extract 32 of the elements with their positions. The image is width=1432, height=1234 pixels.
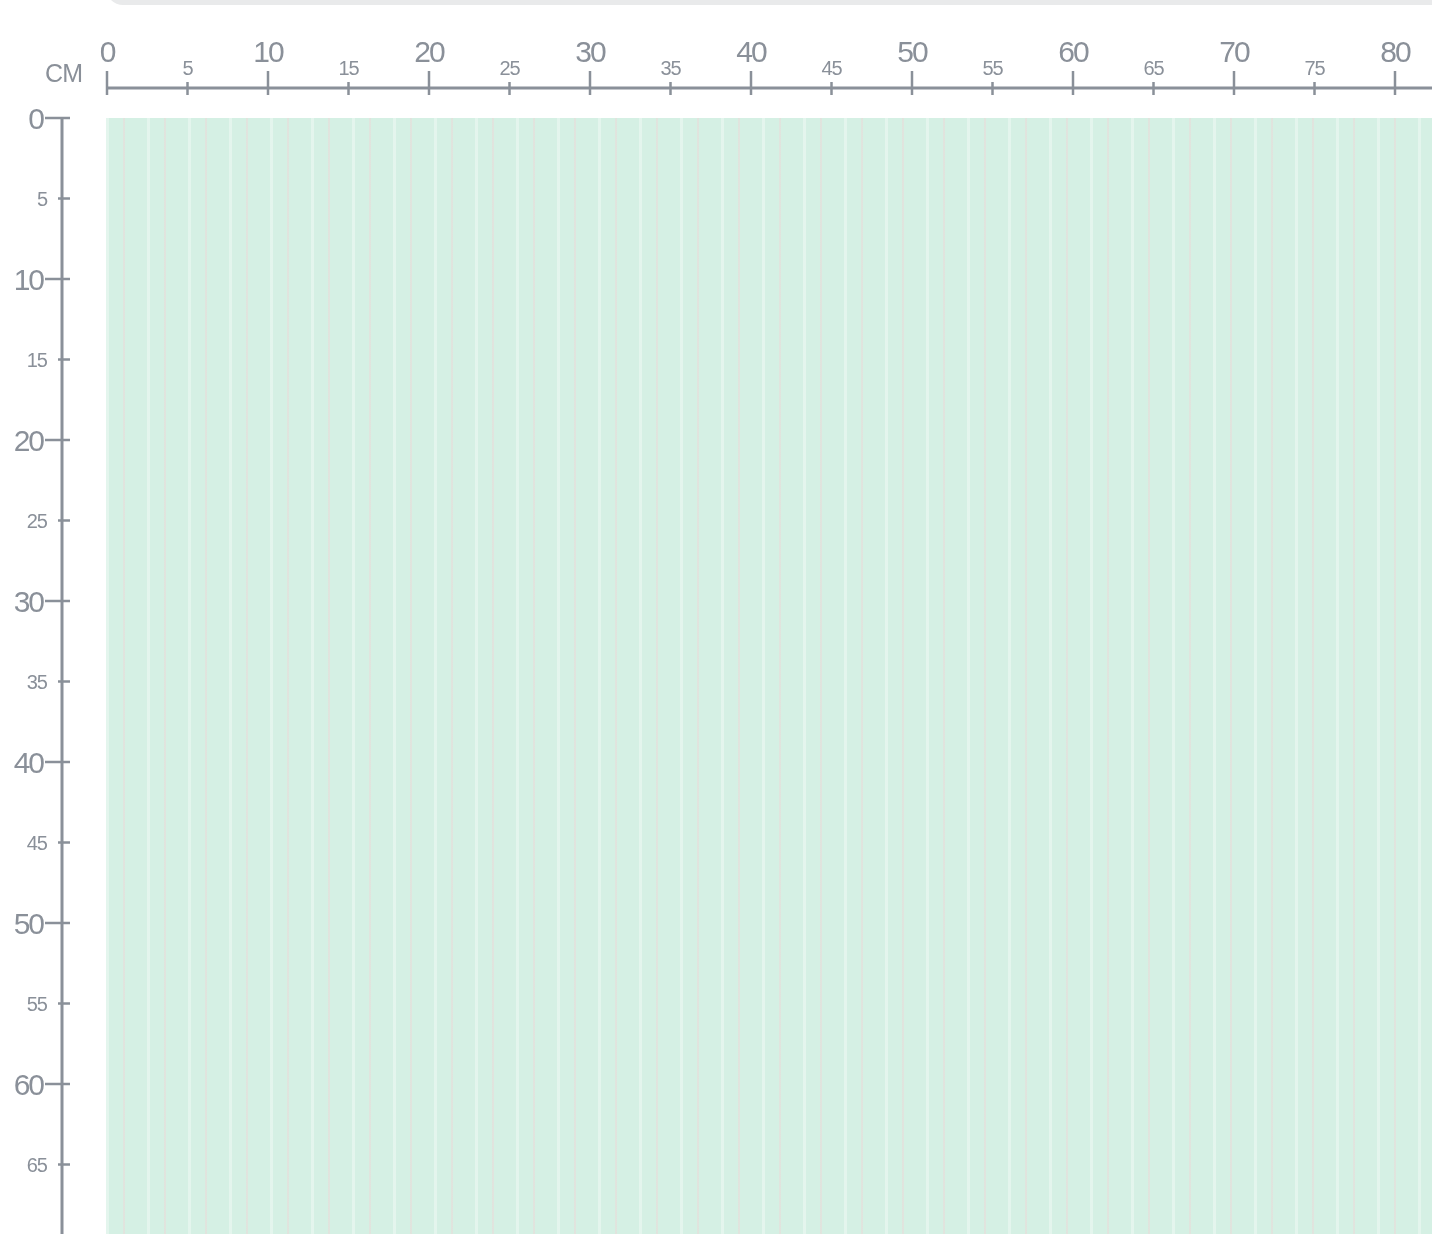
ruler-label: 10	[253, 35, 283, 68]
ruler-label: 50	[13, 907, 43, 940]
ruler-label: 25	[499, 57, 520, 79]
ruler-label: 20	[13, 424, 43, 457]
ruler-label: 80	[1380, 35, 1410, 68]
ruler-label: 25	[26, 509, 47, 532]
ruler-label: 65	[26, 1153, 47, 1176]
ruler-label: 40	[13, 746, 43, 779]
ruler-label: 60	[13, 1068, 43, 1101]
ruler-label: 35	[660, 57, 681, 79]
ruler-label: 45	[821, 57, 842, 79]
ruler-label: 0	[99, 35, 115, 68]
ruler-label: 50	[897, 35, 927, 68]
ruler-label: 10	[13, 263, 43, 296]
ruler-label: 65	[1143, 57, 1164, 79]
ruler-label: 60	[1058, 35, 1088, 68]
ruler-label: 15	[26, 348, 47, 371]
ruler-label: 35	[26, 670, 47, 693]
ruler-label: 0	[28, 102, 43, 135]
ruler-label: 55	[982, 57, 1003, 79]
ruler-label: 30	[575, 35, 605, 68]
ruler-label: 15	[338, 57, 359, 79]
ruler-label: 55	[26, 992, 47, 1015]
ruler-label: 40	[736, 35, 766, 68]
ruler-label: 30	[13, 585, 43, 618]
ruler-label: 5	[36, 187, 47, 210]
ruler-label: 20	[414, 35, 444, 68]
unit-label: CM	[45, 59, 82, 88]
ruler-label: 5	[182, 57, 193, 79]
ruler-label: 75	[1304, 57, 1325, 79]
ruler-label: 70	[1219, 35, 1249, 68]
ruler-label: 45	[26, 831, 47, 854]
